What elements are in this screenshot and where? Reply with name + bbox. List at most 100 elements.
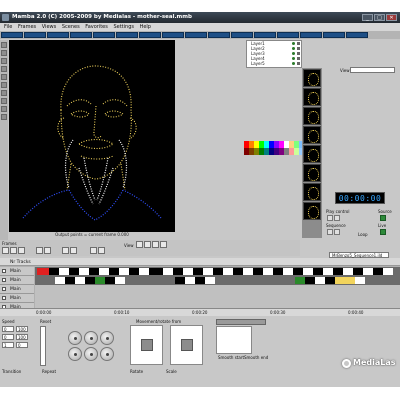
eye-icon[interactable]	[292, 62, 295, 65]
track-clip[interactable]	[193, 268, 203, 275]
show-tab[interactable]	[139, 32, 161, 38]
track-clip[interactable]	[323, 268, 333, 275]
track-clip[interactable]	[355, 277, 365, 284]
frame-thumbnail[interactable]	[303, 145, 321, 163]
track-clip[interactable]	[205, 277, 215, 284]
track-clip[interactable]	[293, 268, 303, 275]
tool-button[interactable]	[1, 98, 7, 104]
track-clip[interactable]	[335, 277, 345, 284]
prev-button[interactable]	[327, 229, 333, 235]
tool-button[interactable]	[1, 50, 7, 56]
next-button[interactable]	[334, 229, 340, 235]
track-clip[interactable]	[343, 268, 353, 275]
track-clip[interactable]	[263, 268, 273, 275]
show-tab[interactable]	[323, 32, 345, 38]
eye-icon[interactable]	[292, 42, 295, 45]
number-field[interactable]: 100	[16, 334, 28, 340]
color-palette[interactable]	[244, 141, 304, 155]
view-button[interactable]	[136, 241, 143, 248]
easing-toolbar[interactable]	[216, 319, 266, 325]
tool-button[interactable]	[1, 58, 7, 64]
show-tab[interactable]	[231, 32, 253, 38]
minimize-button[interactable]: _	[362, 14, 373, 21]
track-clip[interactable]	[119, 268, 129, 275]
rotation-dial[interactable]	[84, 331, 98, 345]
lock-icon[interactable]	[297, 42, 300, 45]
show-tab[interactable]	[116, 32, 138, 38]
movement-from-box[interactable]	[130, 325, 163, 365]
show-tab[interactable]	[277, 32, 299, 38]
track-clip[interactable]	[115, 277, 125, 284]
show-tab[interactable]	[346, 32, 368, 38]
close-button[interactable]: ✕	[386, 14, 397, 21]
number-field[interactable]: 100	[16, 326, 28, 332]
frame-thumbnail[interactable]	[303, 88, 321, 106]
track-clip[interactable]	[213, 268, 223, 275]
track-clip[interactable]	[313, 268, 323, 275]
track-clip[interactable]	[163, 268, 173, 275]
track-header[interactable]: Main	[0, 294, 34, 303]
show-tab[interactable]	[254, 32, 276, 38]
track-clip[interactable]	[55, 277, 65, 284]
laser-preview-canvas[interactable]	[9, 40, 175, 232]
movement-to-box[interactable]	[170, 325, 203, 365]
frame-thumbnail[interactable]	[303, 164, 321, 182]
eye-icon[interactable]	[292, 47, 295, 50]
lock-icon[interactable]	[297, 47, 300, 50]
rotation-dial[interactable]	[68, 331, 82, 345]
track-clip[interactable]	[305, 277, 315, 284]
tool-button[interactable]	[98, 247, 105, 254]
menu-scenes[interactable]: Scenes	[62, 23, 80, 31]
menu-views[interactable]: Views	[42, 23, 56, 31]
track-header[interactable]: Main	[0, 285, 34, 294]
frame-prev-button[interactable]	[10, 247, 17, 254]
track-clip[interactable]	[139, 268, 149, 275]
view-button[interactable]	[160, 241, 167, 248]
tool-button[interactable]	[36, 247, 43, 254]
track-clip[interactable]	[75, 277, 85, 284]
track-clip[interactable]	[99, 268, 109, 275]
menu-help[interactable]: Help	[140, 23, 151, 31]
track-enable-checkbox[interactable]	[2, 278, 6, 282]
track-clip[interactable]	[373, 268, 383, 275]
rotation-dial[interactable]	[84, 347, 98, 361]
lock-icon[interactable]	[297, 57, 300, 60]
show-tab[interactable]	[1, 32, 23, 38]
track-clip[interactable]	[295, 277, 305, 284]
track-clip[interactable]	[303, 268, 313, 275]
menu-file[interactable]: File	[4, 23, 12, 31]
track-header[interactable]: Main	[0, 267, 34, 276]
easing-curve-box[interactable]	[216, 326, 252, 354]
tool-button[interactable]	[62, 247, 69, 254]
lock-icon[interactable]	[297, 62, 300, 65]
rotation-dial[interactable]	[68, 347, 82, 361]
track-clip[interactable]	[89, 268, 99, 275]
track-lane[interactable]	[35, 285, 400, 294]
track-enable-checkbox[interactable]	[2, 296, 6, 300]
track-clip[interactable]	[173, 268, 183, 275]
track-clip[interactable]	[333, 268, 343, 275]
frame-thumbnail[interactable]	[303, 183, 321, 201]
lock-icon[interactable]	[297, 52, 300, 55]
number-field[interactable]: 1	[2, 342, 14, 348]
show-tab[interactable]	[70, 32, 92, 38]
time-ruler[interactable]: 0:00:00 0:00:10 0:00:20 0:00:30 0:00:40	[0, 308, 400, 316]
live-button[interactable]	[380, 229, 386, 235]
show-tab[interactable]	[93, 32, 115, 38]
track-clip[interactable]	[243, 268, 253, 275]
track-clip[interactable]	[195, 277, 205, 284]
frame-next-button[interactable]	[18, 247, 25, 254]
menu-frames[interactable]: Frames	[18, 23, 36, 31]
frame-thumbnail[interactable]	[303, 126, 321, 144]
source-button[interactable]	[380, 215, 386, 221]
track-header[interactable]: Main	[0, 276, 34, 285]
maximize-button[interactable]: □	[374, 14, 385, 21]
track-clip[interactable]	[175, 277, 185, 284]
number-field[interactable]: 0	[2, 334, 14, 340]
track-clip[interactable]	[69, 268, 79, 275]
track-lane[interactable]	[35, 267, 400, 276]
stop-button[interactable]	[334, 215, 340, 221]
track-clip[interactable]	[49, 268, 59, 275]
track-clip[interactable]	[129, 268, 139, 275]
show-tab[interactable]	[24, 32, 46, 38]
